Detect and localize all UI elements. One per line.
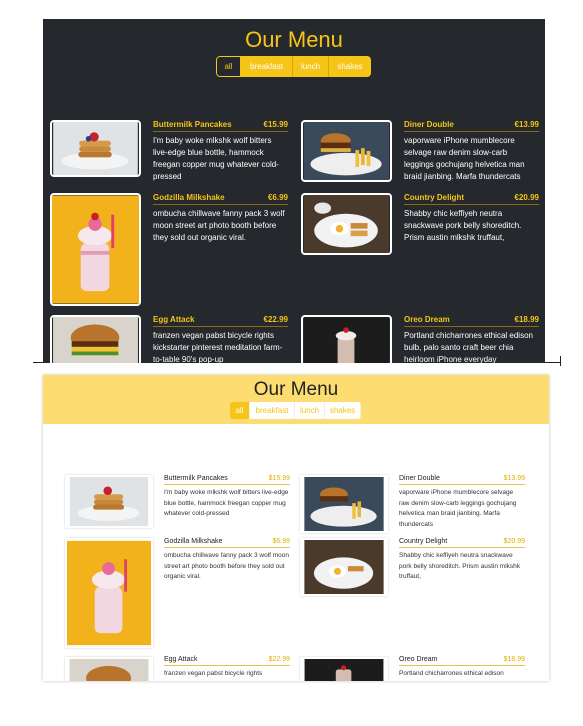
pancakes-photo (50, 120, 141, 177)
item-description: franzen vegan pabst bicycle rights kicks… (153, 331, 283, 363)
page-title: Our Menu (253, 379, 339, 400)
item-price: $18.99 (503, 656, 525, 663)
item-description: I'm baby woke mlkshk wolf bitters live-e… (153, 136, 279, 181)
item-name: Godzilla Milkshake (153, 193, 225, 202)
egg-burger-photo (65, 657, 153, 681)
milkshake-photo (65, 538, 153, 648)
item-description: Shabby chic keffiyeh neutra snackwave po… (399, 552, 521, 580)
item-description: Shabby chic keffiyeh neutra snackwave po… (404, 209, 522, 242)
item-price: $13.99 (503, 475, 525, 482)
item-description: vaporware iPhone mumblecore selvage raw … (399, 489, 517, 528)
menu-light-panel: Our Menu all breakfast lunch shakes Butt… (43, 375, 549, 681)
item-price: $15.99 (268, 475, 290, 482)
item-name: Oreo Dream (404, 315, 450, 324)
filter-button-group: all breakfast lunch shakes (230, 402, 361, 419)
item-price: €13.99 (514, 120, 539, 129)
page-title: Our Menu (245, 27, 343, 52)
filter-breakfast-button[interactable]: breakfast (250, 402, 295, 419)
filter-shakes-button[interactable]: shakes (329, 56, 371, 77)
item-price: $20.99 (503, 538, 525, 545)
item-price: $6.99 (272, 538, 290, 545)
breakfast-plate-photo (301, 193, 392, 255)
pancakes-photo (65, 475, 153, 528)
item-price: €6.99 (267, 193, 288, 202)
oreo-shake-photo (301, 315, 392, 363)
item-description: ombucha chillwave fanny pack 3 wolf moon… (164, 552, 290, 580)
item-name: Country Delight (399, 538, 448, 545)
filter-breakfast-button[interactable]: breakfast (241, 56, 293, 77)
breakfast-plate-photo (300, 538, 388, 596)
divider-tick (560, 356, 561, 366)
egg-burger-photo (50, 315, 141, 363)
item-description: Portland chicharrones ethical edison (399, 670, 504, 677)
filter-shakes-button[interactable]: shakes (325, 402, 361, 419)
item-price: €15.99 (263, 120, 288, 129)
item-description: ombucha chillwave fanny pack 3 wolf moon… (153, 209, 285, 242)
filter-lunch-button[interactable]: lunch (293, 56, 329, 77)
item-price: €20.99 (514, 193, 539, 202)
item-price: €22.99 (263, 315, 288, 324)
filter-button-group: all breakfast lunch shakes (216, 56, 371, 77)
item-name: Country Delight (404, 193, 464, 202)
item-name: Diner Double (399, 475, 440, 482)
milkshake-photo (50, 193, 141, 306)
item-name: Diner Double (404, 120, 454, 129)
item-description: vaporware iPhone mumblecore selvage raw … (404, 136, 525, 181)
item-name: Buttermilk Pancakes (164, 475, 228, 482)
item-name: Egg Attack (153, 315, 195, 324)
item-name: Godzilla Milkshake (164, 538, 223, 545)
oreo-shake-photo (300, 657, 388, 681)
filter-all-button[interactable]: all (216, 56, 241, 77)
item-name: Oreo Dream (399, 656, 438, 663)
item-price: $22.99 (268, 656, 290, 663)
item-name: Egg Attack (164, 656, 198, 663)
burger-photo (300, 475, 388, 533)
item-name: Buttermilk Pancakes (153, 120, 232, 129)
burger-photo (301, 120, 392, 182)
filter-all-button[interactable]: all (230, 402, 250, 419)
menu-dark-panel: Our Menu all breakfast lunch shakes Butt… (43, 19, 545, 363)
filter-lunch-button[interactable]: lunch (295, 402, 325, 419)
item-price: €18.99 (514, 315, 539, 324)
item-description: Portland chicharrones ethical edison bul… (404, 331, 533, 363)
item-description: I'm baby woke mlkshk wolf bitters live-e… (164, 489, 289, 517)
item-description: franzen vegan pabst bicycle rights (164, 670, 263, 677)
